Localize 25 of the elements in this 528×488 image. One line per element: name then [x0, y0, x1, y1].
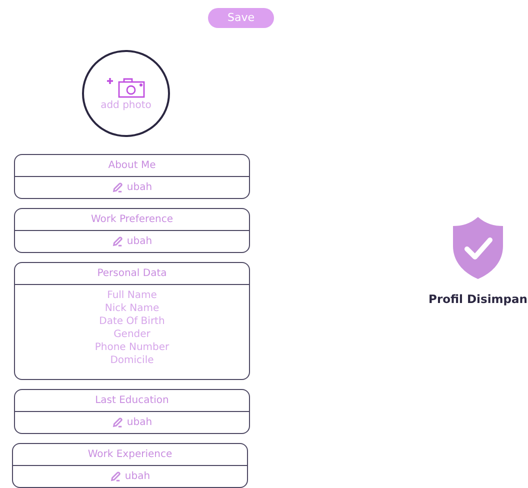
section-title: Personal Data [15, 263, 249, 285]
field-label: Date Of Birth [99, 315, 165, 328]
edit-link[interactable]: ubah [15, 177, 249, 198]
section-title: Work Experience [13, 444, 247, 466]
field-label: Domicile [110, 354, 154, 367]
pencil-icon [112, 182, 123, 193]
edit-link[interactable]: ubah [13, 466, 247, 487]
edit-link[interactable]: ubah [15, 231, 249, 252]
save-button[interactable]: Save [208, 8, 274, 28]
shield-check-icon [452, 216, 504, 280]
pencil-icon [110, 471, 121, 482]
field-label: Gender [114, 328, 150, 341]
pencil-icon [112, 236, 123, 247]
field-label: Phone Number [94, 341, 170, 354]
section-title: Last Education [15, 390, 249, 412]
field-label: Nick Name [104, 302, 160, 315]
field-label: Full Name [107, 289, 157, 302]
saved-message: Profil Disimpan [428, 292, 528, 306]
pencil-icon [112, 417, 123, 428]
section-title: Work Preference [15, 209, 249, 231]
add-photo-button[interactable]: add photo [82, 50, 170, 137]
add-photo-label: add photo [100, 100, 152, 111]
edit-link[interactable]: ubah [15, 412, 249, 433]
add-camera-icon [106, 76, 146, 98]
section-title: About Me [15, 155, 249, 177]
